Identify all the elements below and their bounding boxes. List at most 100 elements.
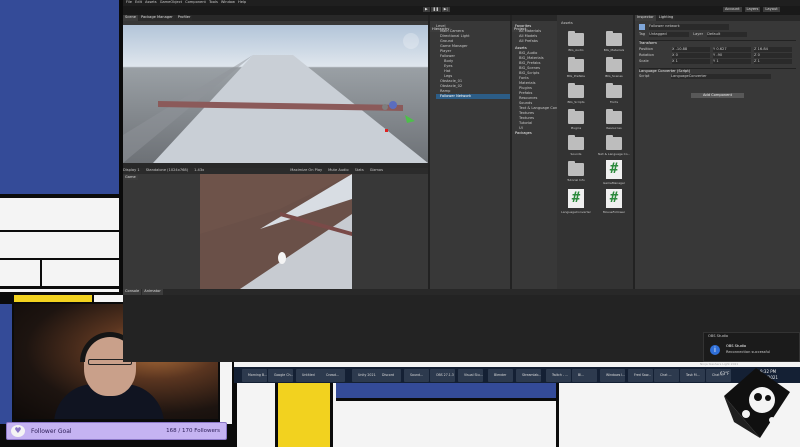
- taskbar-item[interactable]: Fred Saw...: [628, 369, 653, 382]
- account-dropdown[interactable]: Account: [723, 7, 742, 12]
- transform-z-field[interactable]: Z 1: [754, 59, 792, 64]
- favorite-item[interactable]: All Prefabs: [519, 39, 557, 44]
- scene-tab-0[interactable]: Scene: [123, 15, 138, 21]
- folder-icon: [568, 83, 584, 98]
- taskbar-item[interactable]: Untitled: [296, 369, 321, 382]
- follower-goal-label: Follower Goal: [31, 428, 72, 435]
- taskbar-item[interactable]: Windows I...: [600, 369, 625, 382]
- inspector-panel: Inspector Lighting Follower network Tag …: [635, 15, 800, 289]
- toolbar: ▶ ❚❚ ▶| Account Layers Layout: [123, 6, 800, 15]
- asset-name: Resources: [606, 126, 622, 130]
- play-button[interactable]: ▶: [423, 7, 430, 12]
- taskbar-item[interactable]: Chat ...: [654, 369, 679, 382]
- mondrian-line: [336, 398, 556, 401]
- taskbar-item[interactable]: Bl...: [572, 369, 597, 382]
- game-geometry: [200, 174, 352, 289]
- asset-name: LanguageConverter: [561, 210, 591, 214]
- inspector-tab[interactable]: Inspector: [635, 15, 656, 21]
- taskbar-item[interactable]: Unity 2021...: [352, 369, 377, 382]
- taskbar-item[interactable]: OBS 27.1.3: [430, 369, 455, 382]
- tag-dropdown[interactable]: Untagged: [649, 32, 690, 37]
- folder-icon: [568, 109, 584, 124]
- gizmos-toggle[interactable]: Gizmos: [370, 168, 383, 174]
- asset-tile[interactable]: Tutorial Info: [557, 160, 595, 186]
- asset-tile[interactable]: BIG_Audio: [557, 30, 595, 53]
- scene-tab-2[interactable]: Profiler: [175, 15, 193, 21]
- asset-tile[interactable]: Sounds: [557, 134, 595, 157]
- asset-tile[interactable]: # LanguageConverter: [557, 189, 595, 215]
- scene-gizmo-icon[interactable]: [403, 33, 419, 49]
- transform-z-field[interactable]: Z 16.84: [754, 47, 792, 52]
- asset-tile[interactable]: BIG_Scenes: [595, 56, 633, 79]
- menu-item-component[interactable]: Component: [185, 0, 206, 5]
- menu-item-edit[interactable]: Edit: [135, 0, 142, 5]
- script-icon: #: [606, 160, 622, 179]
- taskbar-item[interactable]: Twitch - ...: [546, 369, 571, 382]
- menu-item-gameobject[interactable]: GameObject: [160, 0, 182, 5]
- menu-item-window[interactable]: Window: [221, 0, 235, 5]
- transform-x-field[interactable]: X -10.88: [672, 47, 710, 52]
- taskbar-item[interactable]: Sound...: [404, 369, 429, 382]
- asset-tile[interactable]: Plugins: [557, 108, 595, 131]
- asset-name: GameManager: [602, 181, 626, 185]
- transform-y-field[interactable]: Y -90: [713, 53, 751, 58]
- menu-item-file[interactable]: File: [126, 0, 132, 5]
- taskbar-item[interactable]: Crowd...: [320, 369, 345, 382]
- stats-toggle[interactable]: Stats: [355, 168, 364, 174]
- taskbar-item[interactable]: Google Ch...: [268, 369, 293, 382]
- scene-tab-1[interactable]: Package Manager: [138, 15, 175, 21]
- folder-icon: [568, 31, 584, 46]
- display-dropdown[interactable]: Display 1: [123, 168, 140, 174]
- taskbar-item[interactable]: Morning B...: [242, 369, 267, 382]
- asset-tile[interactable]: BIG_Prefabs: [557, 56, 595, 79]
- transform-y-field[interactable]: Y 0.627: [713, 47, 751, 52]
- folder-icon: [568, 161, 584, 176]
- asset-tile[interactable]: # MouseFollower: [595, 189, 633, 215]
- asset-tile[interactable]: Resources: [595, 108, 633, 131]
- taskbar-item[interactable]: Discord: [376, 369, 401, 382]
- asset-tile[interactable]: BIG_Materials: [595, 30, 633, 53]
- transform-x-field[interactable]: X 0: [672, 53, 710, 58]
- taskbar-item[interactable]: Blender: [488, 369, 513, 382]
- packages-label[interactable]: Packages: [515, 131, 557, 136]
- add-component-button[interactable]: Add Component: [691, 93, 744, 98]
- folder-icon: [606, 83, 622, 98]
- layer-dropdown[interactable]: Default: [707, 32, 748, 37]
- game-tab[interactable]: Game: [123, 175, 138, 180]
- layout-dropdown[interactable]: Layout: [763, 7, 780, 12]
- asset-tile[interactable]: Text & Language Co...: [595, 134, 633, 157]
- pause-button[interactable]: ❚❚: [430, 7, 441, 12]
- obs-notification[interactable]: OBS Studio i OBS Studio Reconnection suc…: [703, 332, 800, 362]
- object-name-field[interactable]: Follower network: [649, 24, 729, 30]
- menu-item-assets[interactable]: Assets: [145, 0, 157, 5]
- asset-name: BIG_Materials: [603, 48, 625, 52]
- asset-tile[interactable]: # GameManager: [595, 160, 633, 186]
- hierarchy-item[interactable]: Follower Network: [436, 94, 510, 99]
- transform-x-field[interactable]: X 1: [672, 59, 710, 64]
- taskbar-item[interactable]: Streamlab...: [516, 369, 541, 382]
- mondrian-line: [0, 194, 123, 198]
- menu-item-tools[interactable]: Tools: [209, 0, 218, 5]
- folder-icon: [606, 135, 622, 150]
- asset-tile[interactable]: Fonts: [595, 82, 633, 105]
- asset-name: Text & Language Co...: [597, 152, 631, 156]
- asset-tile[interactable]: BIG_Scripts: [557, 82, 595, 105]
- transform-label: Rotation: [639, 53, 655, 57]
- scene-tab-bar: Scene Package Manager Profiler: [123, 15, 428, 21]
- transform-z-field[interactable]: Z 0: [754, 53, 792, 58]
- transform-header[interactable]: Transform: [639, 40, 796, 46]
- menu-item-help[interactable]: Help: [238, 0, 246, 5]
- step-button[interactable]: ▶|: [441, 7, 450, 12]
- lighting-tab[interactable]: Lighting: [656, 15, 676, 21]
- taskbar-item[interactable]: Task M...: [680, 369, 705, 382]
- project-panel: Project Favorites All Materials All Model…: [512, 15, 557, 289]
- mondrian-blue-block: [0, 0, 121, 194]
- taskbar-item[interactable]: Visual Stu...: [458, 369, 483, 382]
- resolution-dropdown[interactable]: Standalone (1024x768): [146, 168, 188, 174]
- transform-y-field[interactable]: Y 1: [713, 59, 751, 64]
- scene-viewport[interactable]: [123, 25, 428, 163]
- game-viewport[interactable]: [200, 174, 352, 289]
- open-folder-icon: [568, 57, 584, 72]
- layers-dropdown[interactable]: Layers: [744, 7, 761, 12]
- script-field[interactable]: LanguageConverter: [671, 74, 771, 79]
